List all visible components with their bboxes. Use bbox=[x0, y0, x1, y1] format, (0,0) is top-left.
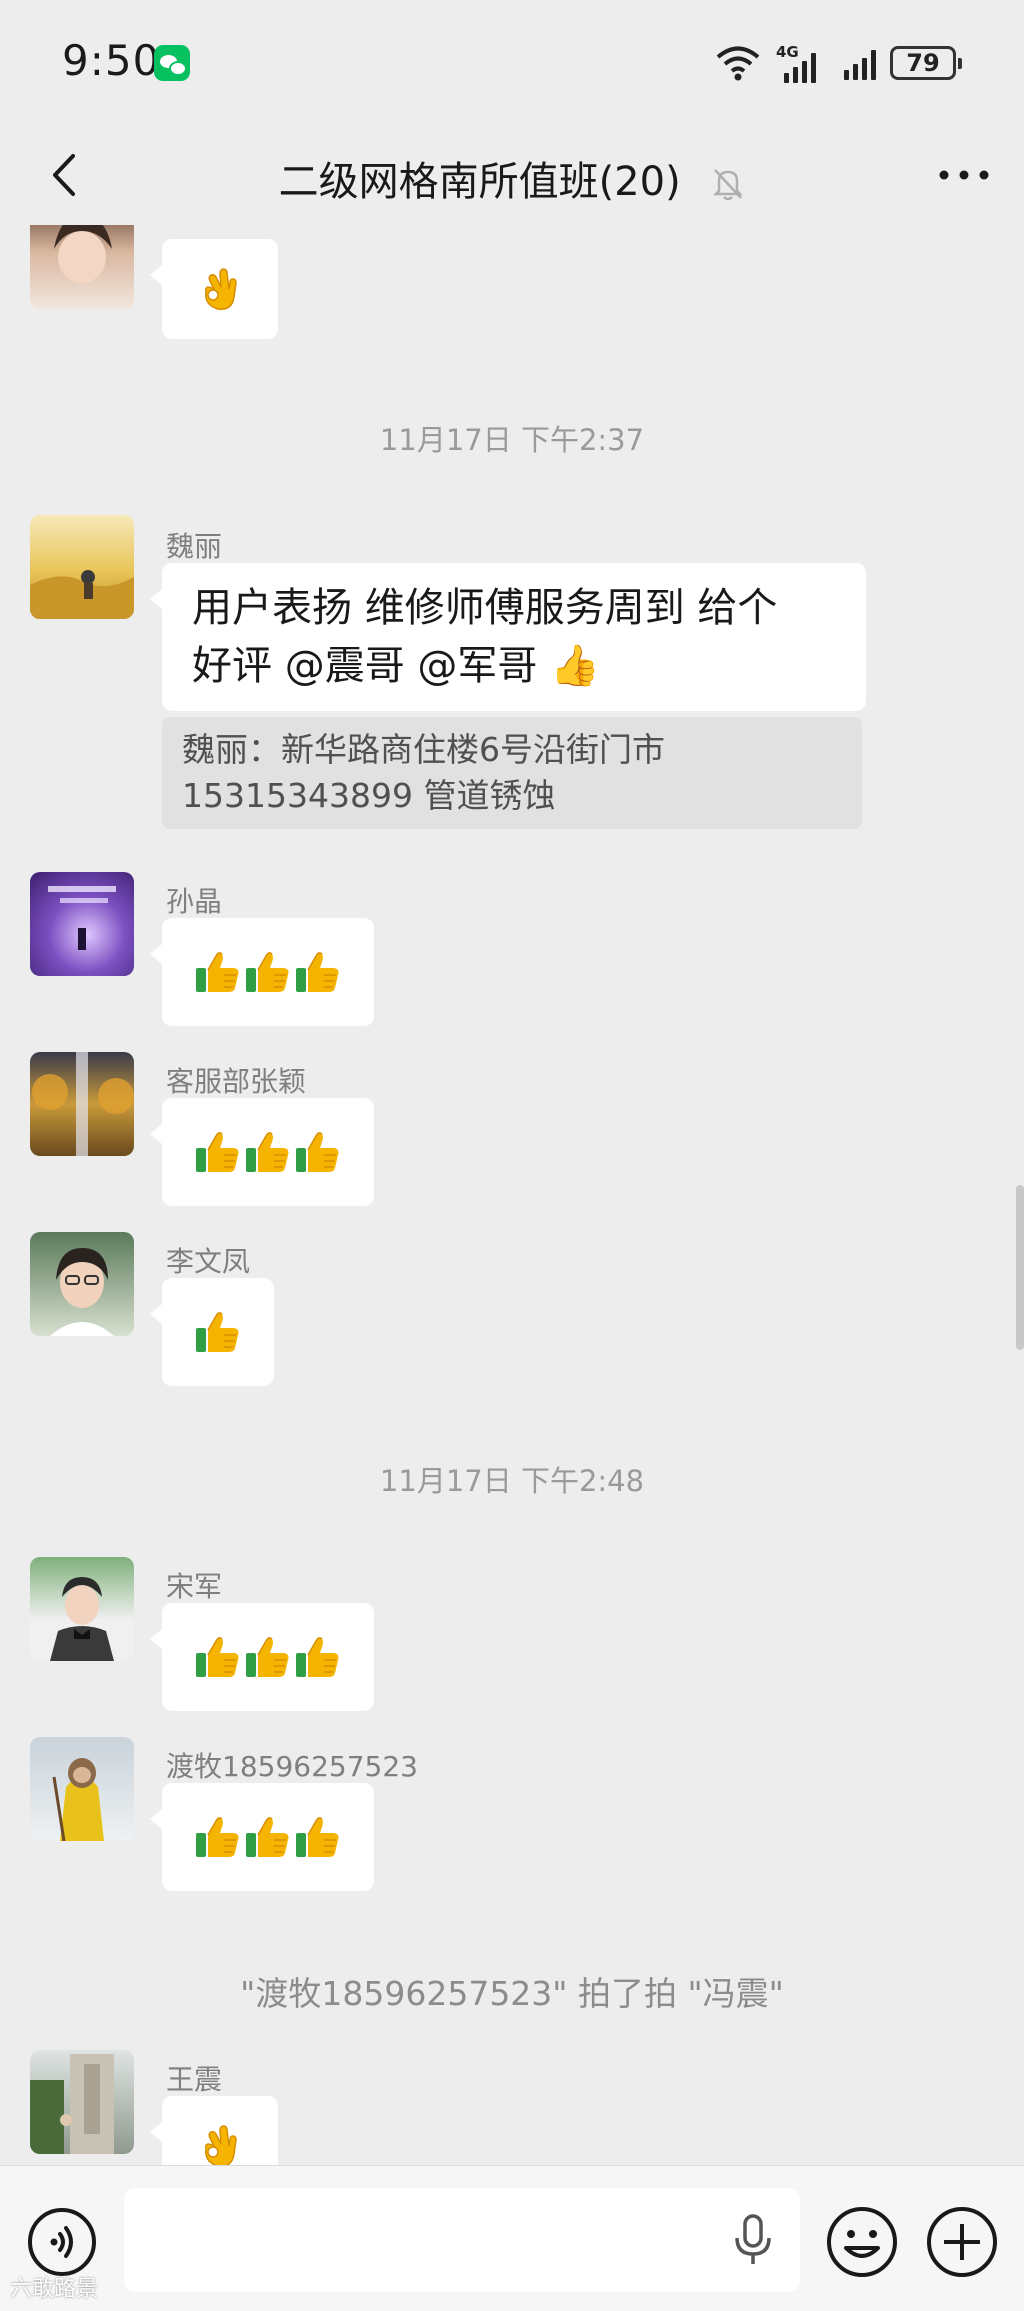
message-text: 用户表扬 维修师傅服务周到 给个 好评 @震哥 @军哥 👍 bbox=[192, 585, 778, 689]
scrollbar[interactable] bbox=[1016, 1185, 1024, 1350]
microphone-icon bbox=[735, 2214, 771, 2264]
thumbs-up-icon bbox=[194, 1633, 242, 1681]
chat-header: 二级网格南所值班(20) bbox=[0, 125, 1024, 225]
more-functions-button[interactable] bbox=[924, 2204, 1000, 2280]
message-bubble[interactable] bbox=[150, 239, 278, 339]
ok-hand-icon bbox=[196, 265, 244, 313]
message-bubble[interactable] bbox=[150, 1783, 374, 1891]
sender-name: 客服部张颖 bbox=[166, 1065, 307, 1098]
input-bar: 六敢路景 bbox=[0, 2165, 1024, 2311]
message-bubble[interactable]: 用户表扬 维修师傅服务周到 给个 好评 @震哥 @军哥 👍 bbox=[150, 563, 866, 711]
thumbs-up-icon bbox=[244, 1633, 292, 1681]
status-bar: 9:50 4G 79 bbox=[0, 0, 1024, 125]
message-bubble[interactable] bbox=[150, 1098, 374, 1206]
message-bubble[interactable] bbox=[150, 918, 374, 1026]
more-icon bbox=[939, 170, 989, 180]
thumbs-up-icon bbox=[294, 1813, 342, 1861]
thumbs-up-icon bbox=[294, 1128, 342, 1176]
sender-name: 魏丽 bbox=[166, 530, 223, 563]
thumbs-up-icon bbox=[194, 1813, 242, 1861]
battery-level: 79 bbox=[906, 49, 940, 77]
wechat-notification-icon bbox=[154, 45, 190, 81]
emoji-content bbox=[162, 1603, 374, 1711]
plus-icon bbox=[927, 2207, 997, 2277]
thumbs-up-icon bbox=[244, 1128, 292, 1176]
pat-notification: "渡牧18596257523" 拍了拍 "冯震" bbox=[240, 1974, 784, 2013]
avatar[interactable] bbox=[30, 225, 134, 309]
sender-name: 王震 bbox=[166, 2063, 223, 2096]
chat-message-list[interactable]: 11月17日 下午2:37 魏丽 用户表扬 维修师傅服务周到 给个 好评 @震哥… bbox=[0, 225, 1024, 2165]
thumbs-up-icon bbox=[294, 1633, 342, 1681]
emoji-content bbox=[162, 918, 374, 1026]
emoji-button[interactable] bbox=[824, 2204, 900, 2280]
status-time: 9:50 bbox=[62, 36, 161, 85]
thumbs-up-icon bbox=[194, 948, 242, 996]
chat-title: 二级网格南所值班(20) bbox=[0, 149, 1024, 207]
battery-icon: 79 bbox=[890, 46, 962, 80]
thumbs-up-icon bbox=[244, 948, 292, 996]
thumbs-up-icon bbox=[194, 1128, 242, 1176]
voice-toggle-button[interactable] bbox=[26, 2206, 98, 2278]
sender-name: 宋军 bbox=[166, 1570, 223, 1603]
status-icons: 4G 79 bbox=[714, 40, 962, 86]
emoji-icon bbox=[827, 2207, 897, 2277]
message-bubble[interactable] bbox=[150, 1278, 274, 1386]
sender-name: 孙晶 bbox=[166, 885, 223, 918]
more-button[interactable] bbox=[932, 147, 996, 203]
emoji-content bbox=[162, 239, 278, 339]
voice-icon bbox=[28, 2208, 96, 2276]
wifi-icon bbox=[716, 46, 760, 81]
thumbs-up-icon bbox=[294, 948, 342, 996]
timestamp: 11月17日 下午2:37 bbox=[379, 423, 645, 457]
signal-icon bbox=[844, 46, 876, 80]
signal-4g-icon: 4G bbox=[776, 43, 830, 83]
thumbs-up-icon bbox=[244, 1813, 292, 1861]
avatar[interactable] bbox=[30, 1557, 134, 1661]
emoji-content bbox=[162, 1098, 374, 1206]
avatar[interactable] bbox=[30, 2050, 134, 2154]
avatar[interactable] bbox=[30, 1737, 134, 1841]
emoji-content bbox=[162, 1783, 374, 1891]
ok-hand-icon bbox=[196, 2122, 244, 2165]
timestamp: 11月17日 下午2:48 bbox=[379, 1464, 645, 1498]
quoted-message[interactable]: 魏丽：新华路商住楼6号沿街门市 15315343899 管道锈蚀 bbox=[162, 717, 862, 829]
sender-name: 渡牧18596257523 bbox=[166, 1750, 418, 1783]
mute-bell-icon bbox=[713, 169, 744, 201]
avatar[interactable] bbox=[30, 872, 134, 976]
group-name: 二级网格南所值班(20) bbox=[278, 159, 681, 205]
microphone-button[interactable] bbox=[728, 2212, 778, 2268]
avatar[interactable] bbox=[30, 515, 134, 619]
avatar[interactable] bbox=[30, 1052, 134, 1156]
emoji-content bbox=[162, 2096, 278, 2165]
emoji-content bbox=[162, 1278, 274, 1386]
message-bubble[interactable] bbox=[150, 2096, 278, 2165]
message-bubble[interactable] bbox=[150, 1603, 374, 1711]
sender-name: 李文凤 bbox=[166, 1245, 251, 1278]
watermark: 六敢路景 bbox=[10, 2277, 99, 2302]
thumbs-up-icon bbox=[194, 1308, 242, 1356]
avatar[interactable] bbox=[30, 1232, 134, 1336]
message-input[interactable] bbox=[124, 2188, 800, 2292]
